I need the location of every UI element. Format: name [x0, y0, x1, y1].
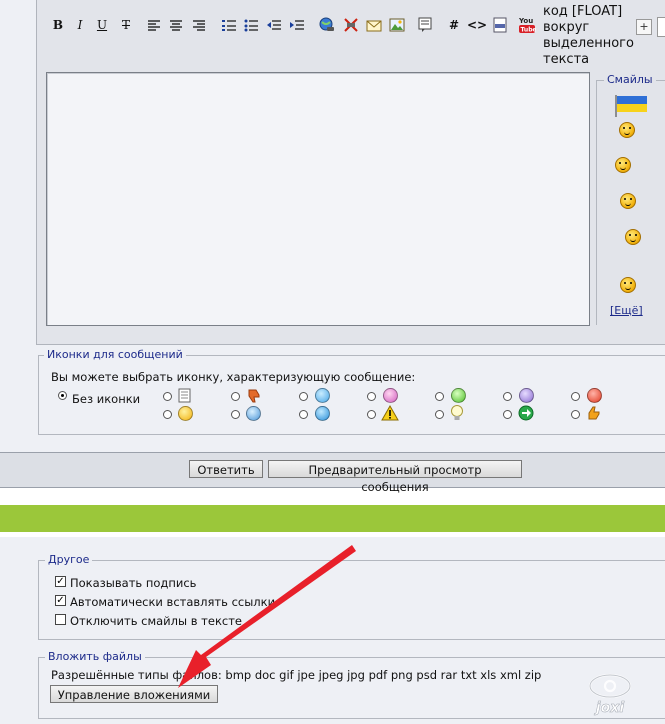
watermark-text: joxi: [594, 700, 624, 716]
red-arrow-annotation: [178, 545, 356, 688]
watermark-logo: joxi: [588, 673, 632, 716]
